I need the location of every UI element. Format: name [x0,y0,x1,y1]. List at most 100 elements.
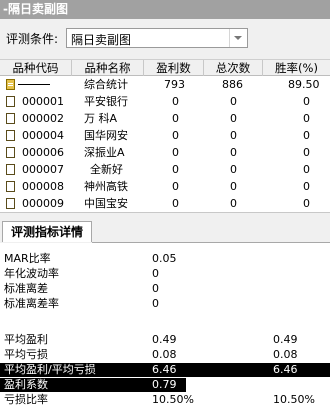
column-header-code[interactable]: 品种代码 [0,60,72,76]
summary-name: 综合统计 [84,78,128,91]
metric-value: 0.49 [152,333,177,346]
row-wins: 0 [172,146,179,159]
table-row[interactable]: 000008 神州高铁 0 0 0 [0,178,330,195]
summary-wins: 793 [164,78,185,91]
document-icon [6,96,15,107]
document-icon [6,164,15,175]
row-rate: 0 [303,197,310,210]
metric-value: 0.79 [152,378,177,391]
folder-icon [6,79,15,90]
row-wins: 0 [172,197,179,210]
metrics-panel: MAR比率 0.05 年化波动率 0 标准离差 0 标准离差率 0 平均盈利 0… [0,243,330,409]
row-rate: 0 [303,163,310,176]
column-header-rate[interactable]: 胜率(%) [263,60,330,76]
document-icon [6,130,15,141]
row-wins: 0 [172,95,179,108]
row-wins: 0 [172,129,179,142]
metric-row: MAR比率 0.05 [0,252,330,266]
window-title: -隔日卖副图 [0,0,330,19]
metric-label: 标准离差 [4,282,48,295]
row-code: 000004 [22,129,64,142]
metric-value-secondary: 0.49 [273,333,298,346]
divider [18,84,50,85]
table-row[interactable]: 000002 万 科A 0 0 0 [0,110,330,127]
metric-value: 0 [152,267,159,280]
row-name: 深振业A [84,146,125,159]
metric-row: 标准离差率 0 [0,297,330,311]
row-total: 0 [230,112,237,125]
metric-value: 0.05 [152,252,177,265]
column-header-wins[interactable]: 盈利数 [144,60,204,76]
filter-label: 评测条件: [6,32,59,46]
summary-row[interactable]: 综合统计 793 886 89.50 [0,76,330,93]
metric-label: 平均盈利/平均亏损 [4,363,96,376]
filter-select-value: 隔日卖副图 [71,33,132,47]
table-row[interactable]: 000001 平安银行 0 0 0 [0,93,330,110]
row-code: 000009 [22,197,64,210]
row-code: 000001 [22,95,64,108]
metric-value-secondary: 10.50% [273,393,315,406]
document-icon [6,113,15,124]
summary-total: 886 [222,78,243,91]
metric-row: 平均亏损 0.08 0.08 [0,348,330,362]
table-row[interactable]: 000004 国华网安 0 0 0 [0,127,330,144]
tab-metric-details[interactable]: 评测指标详情 [2,221,92,242]
filter-select[interactable]: 隔日卖副图 [66,28,248,48]
detail-tabstrip: 评测指标详情 [0,213,330,243]
row-rate: 0 [303,129,310,142]
row-name: 中国宝安 [84,197,128,210]
row-wins: 0 [172,163,179,176]
metric-label: 亏损比率 [4,393,48,406]
metric-value: 10.50% [152,393,194,406]
metric-value: 0 [152,297,159,310]
metric-label: 平均盈利 [4,333,48,346]
row-total: 0 [230,129,237,142]
metric-row: 盈利系数 0.79 [0,378,330,392]
metric-label: 标准离差率 [4,297,59,310]
column-header-name[interactable]: 品种名称 [72,60,144,76]
document-icon [6,198,15,209]
row-code: 000002 [22,112,64,125]
table-row[interactable]: 000007 全新好 0 0 0 [0,161,330,178]
results-table: 综合统计 793 886 89.50 000001 平安银行 0 0 0 000… [0,76,330,212]
row-rate: 0 [303,95,310,108]
table-row[interactable]: 000006 深振业A 0 0 0 [0,144,330,161]
row-rate: 0 [303,180,310,193]
filter-bar: 评测条件: 隔日卖副图 [0,19,330,59]
column-header-total[interactable]: 总次数 [204,60,263,76]
row-total: 0 [230,197,237,210]
metric-row: 标准离差 0 [0,282,330,296]
chevron-down-icon[interactable] [229,29,247,47]
metric-row: 年化波动率 0 [0,267,330,281]
document-icon [6,147,15,158]
metric-label: 年化波动率 [4,267,59,280]
metric-value-secondary: 6.46 [273,363,298,376]
row-name: 平安银行 [84,95,128,108]
row-code: 000007 [22,163,64,176]
row-total: 0 [230,180,237,193]
document-icon [6,181,15,192]
row-rate: 0 [303,146,310,159]
row-wins: 0 [172,180,179,193]
metric-value: 6.46 [152,363,177,376]
metric-value: 0.08 [152,348,177,361]
metric-label: MAR比率 [4,252,51,265]
row-total: 0 [230,163,237,176]
metric-row-selected[interactable]: 平均盈利/平均亏损 6.46 6.46 [0,363,330,377]
metric-row: 平均盈利 0.49 0.49 [0,333,330,347]
table-header: 品种代码 品种名称 盈利数 总次数 胜率(%) [0,59,330,76]
metric-row: 亏损比率 10.50% 10.50% [0,393,330,407]
row-name: 全新好 [90,163,123,176]
row-name: 万 科A [84,112,118,125]
row-total: 0 [230,95,237,108]
row-name: 神州高铁 [84,180,128,193]
row-name: 国华网安 [84,129,128,142]
metric-value-secondary: 0.08 [273,348,298,361]
row-rate: 0 [303,112,310,125]
row-wins: 0 [172,112,179,125]
row-total: 0 [230,146,237,159]
metric-label: 盈利系数 [4,378,48,391]
metric-value: 0 [152,282,159,295]
row-code: 000006 [22,146,64,159]
table-row[interactable]: 000009 中国宝安 0 0 0 [0,195,330,212]
